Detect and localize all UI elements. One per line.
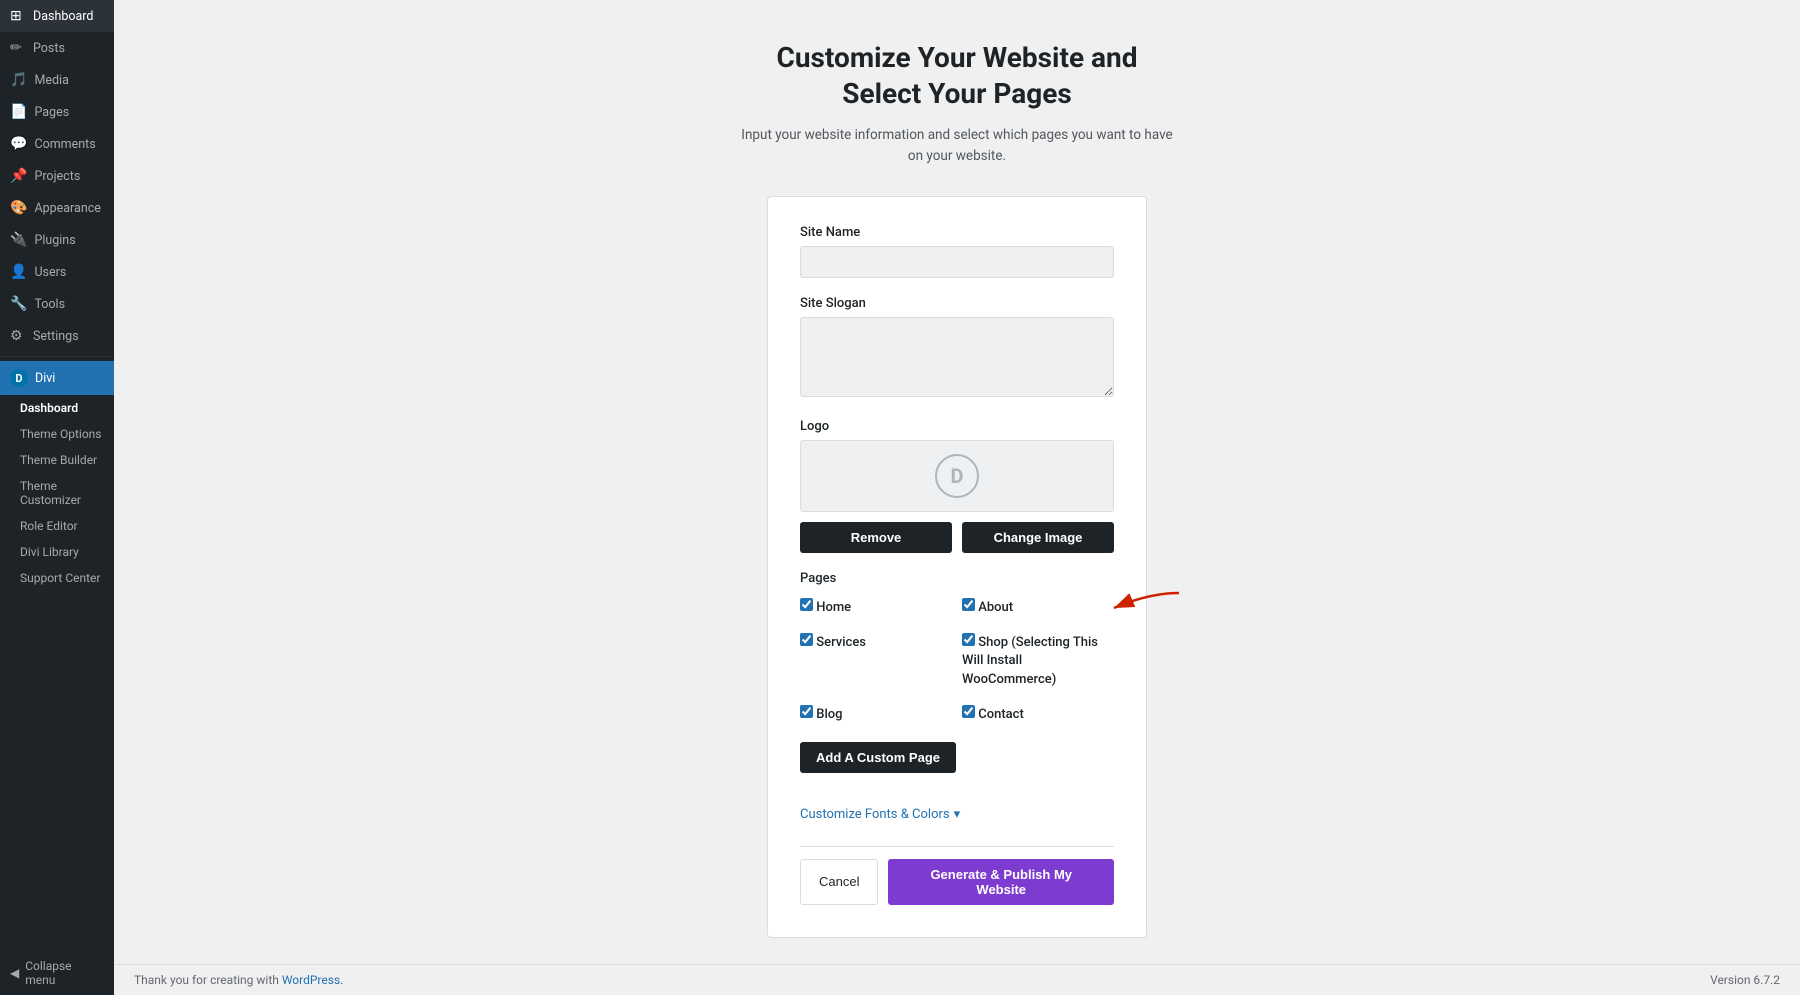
page-area: Customize Your Website and Select Your P… bbox=[114, 0, 1800, 995]
publish-button[interactable]: Generate & Publish My Website bbox=[888, 859, 1114, 905]
divi-arrow-icon: ◀ bbox=[96, 373, 104, 384]
sidebar-item-appearance[interactable]: 🎨 Appearance bbox=[0, 192, 114, 224]
remove-button[interactable]: Remove bbox=[800, 522, 952, 553]
divi-submenu-theme-builder[interactable]: Theme Builder bbox=[0, 447, 114, 473]
sidebar-item-media[interactable]: 🎵 Media bbox=[0, 64, 114, 96]
sidebar-item-pages[interactable]: 📄 Pages bbox=[0, 96, 114, 128]
logo-group: Logo D Remove Change Image bbox=[800, 419, 1114, 553]
page-title: Customize Your Website and Select Your P… bbox=[777, 40, 1138, 113]
comments-icon: 💬 bbox=[10, 136, 27, 152]
collapse-icon: ◀ bbox=[10, 966, 19, 980]
checkbox-about[interactable] bbox=[962, 598, 975, 611]
divi-submenu-dashboard[interactable]: Dashboard bbox=[0, 395, 114, 421]
wordpress-link[interactable]: WordPress. bbox=[282, 973, 343, 987]
footer-text: Thank you for creating with WordPress. bbox=[134, 973, 343, 987]
checkbox-home[interactable] bbox=[800, 598, 813, 611]
divi-submenu-role-editor[interactable]: Role Editor bbox=[0, 513, 114, 539]
sidebar-divider bbox=[0, 356, 114, 357]
page-checkbox-about[interactable]: About bbox=[962, 596, 1114, 617]
checkbox-shop[interactable] bbox=[962, 633, 975, 646]
pages-group: Pages Home About bbox=[800, 571, 1114, 789]
page-checkbox-home[interactable]: Home bbox=[800, 596, 952, 617]
change-image-button[interactable]: Change Image bbox=[962, 522, 1114, 553]
page-checkbox-services[interactable]: Services bbox=[800, 631, 952, 689]
customize-fonts-link[interactable]: Customize Fonts & Colors ▾ bbox=[800, 807, 1114, 822]
pages-section-title: Pages bbox=[800, 571, 1114, 586]
site-name-input[interactable] bbox=[800, 246, 1114, 278]
footer-bar: Thank you for creating with WordPress. V… bbox=[114, 964, 1800, 995]
sidebar-item-settings[interactable]: ⚙ Settings bbox=[0, 320, 114, 352]
divi-header[interactable]: D Divi ◀ bbox=[0, 361, 114, 395]
add-custom-page-button[interactable]: Add A Custom Page bbox=[800, 742, 956, 773]
version-text: Version 6.7.2 bbox=[1710, 973, 1780, 987]
logo-buttons: Remove Change Image bbox=[800, 522, 1114, 553]
posts-icon: ✏ bbox=[10, 40, 26, 56]
pages-icon: 📄 bbox=[10, 104, 27, 120]
site-name-group: Site Name bbox=[800, 225, 1114, 278]
checkbox-blog[interactable] bbox=[800, 705, 813, 718]
tools-icon: 🔧 bbox=[10, 296, 27, 312]
divi-section: D Divi ◀ Dashboard Theme Options Theme B… bbox=[0, 361, 114, 591]
sidebar-item-posts[interactable]: ✏ Posts bbox=[0, 32, 114, 64]
users-icon: 👤 bbox=[10, 264, 27, 280]
site-slogan-input[interactable] bbox=[800, 317, 1114, 397]
plugins-icon: 🔌 bbox=[10, 232, 27, 248]
cancel-button[interactable]: Cancel bbox=[800, 859, 878, 905]
sidebar-item-projects[interactable]: 📌 Projects bbox=[0, 160, 114, 192]
divi-submenu-divi-library[interactable]: Divi Library bbox=[0, 539, 114, 565]
page-checkbox-contact[interactable]: Contact bbox=[962, 703, 1114, 724]
pages-grid: Home About bbox=[800, 596, 1114, 730]
logo-label: Logo bbox=[800, 419, 1114, 434]
site-slogan-label: Site Slogan bbox=[800, 296, 1114, 311]
site-name-label: Site Name bbox=[800, 225, 1114, 240]
dashboard-icon: ⊞ bbox=[10, 8, 26, 24]
sidebar-item-tools[interactable]: 🔧 Tools bbox=[0, 288, 114, 320]
main-content: Customize Your Website and Select Your P… bbox=[114, 0, 1800, 995]
sidebar: ⊞ Dashboard ✏ Posts 🎵 Media 📄 Pages 💬 Co… bbox=[0, 0, 114, 995]
logo-area: D bbox=[800, 440, 1114, 512]
divi-submenu-support-center[interactable]: Support Center bbox=[0, 565, 114, 591]
site-slogan-group: Site Slogan bbox=[800, 296, 1114, 401]
sidebar-item-plugins[interactable]: 🔌 Plugins bbox=[0, 224, 114, 256]
appearance-icon: 🎨 bbox=[10, 200, 27, 216]
checkbox-services[interactable] bbox=[800, 633, 813, 646]
settings-icon: ⚙ bbox=[10, 328, 26, 344]
page-subtitle: Input your website information and selec… bbox=[741, 125, 1172, 168]
sidebar-item-dashboard[interactable]: ⊞ Dashboard bbox=[0, 0, 114, 32]
sidebar-item-comments[interactable]: 💬 Comments bbox=[0, 128, 114, 160]
divi-icon: D bbox=[10, 369, 28, 387]
page-checkbox-blog[interactable]: Blog bbox=[800, 703, 952, 724]
logo-placeholder: D bbox=[935, 454, 979, 498]
divi-submenu-theme-customizer[interactable]: Theme Customizer bbox=[0, 473, 114, 513]
media-icon: 🎵 bbox=[10, 72, 27, 88]
projects-icon: 📌 bbox=[10, 168, 27, 184]
page-checkbox-shop[interactable]: Shop (Selecting This Will Install WooCom… bbox=[962, 631, 1114, 689]
form-card: Site Name Site Slogan Logo D Remove Chan… bbox=[767, 196, 1147, 938]
divi-label: Divi bbox=[35, 371, 55, 386]
collapse-menu-button[interactable]: ◀ Collapse menu bbox=[0, 951, 114, 995]
checkbox-contact[interactable] bbox=[962, 705, 975, 718]
divi-submenu-theme-options[interactable]: Theme Options bbox=[0, 421, 114, 447]
card-footer: Cancel Generate & Publish My Website bbox=[800, 846, 1114, 905]
sidebar-item-users[interactable]: 👤 Users bbox=[0, 256, 114, 288]
chevron-down-icon: ▾ bbox=[954, 807, 961, 822]
